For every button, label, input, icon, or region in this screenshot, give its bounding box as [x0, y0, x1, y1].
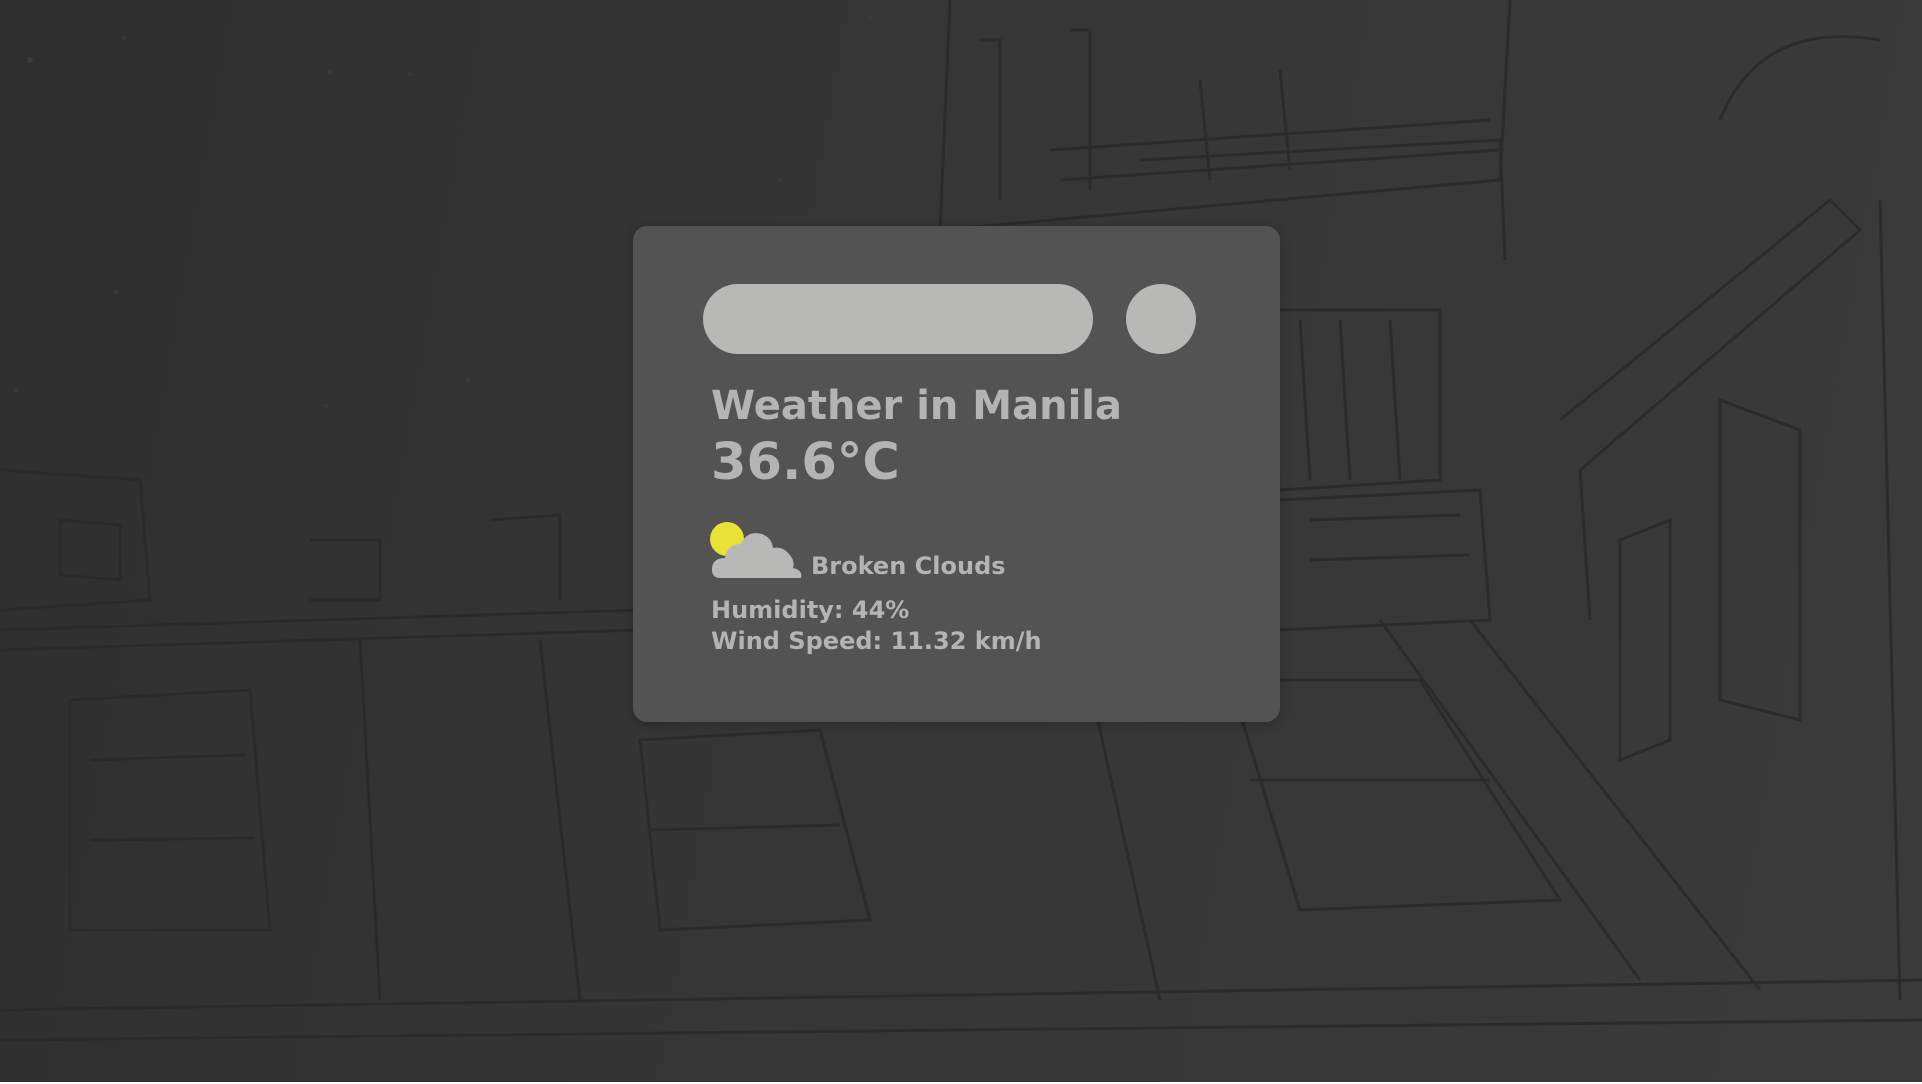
temperature: 36.6°C: [711, 433, 900, 492]
weather-card: Weather in Manila 36.6°C Broken Clouds H…: [633, 226, 1280, 722]
weather-description: Broken Clouds: [811, 552, 1006, 580]
weather-title: Weather in Manila: [711, 383, 1122, 429]
search-input[interactable]: [703, 284, 1093, 354]
search-button[interactable]: [1126, 284, 1196, 354]
broken-clouds-sun-icon: [710, 522, 802, 578]
humidity-text: Humidity: 44%: [711, 596, 910, 624]
wind-speed-text: Wind Speed: 11.32 km/h: [711, 627, 1042, 655]
